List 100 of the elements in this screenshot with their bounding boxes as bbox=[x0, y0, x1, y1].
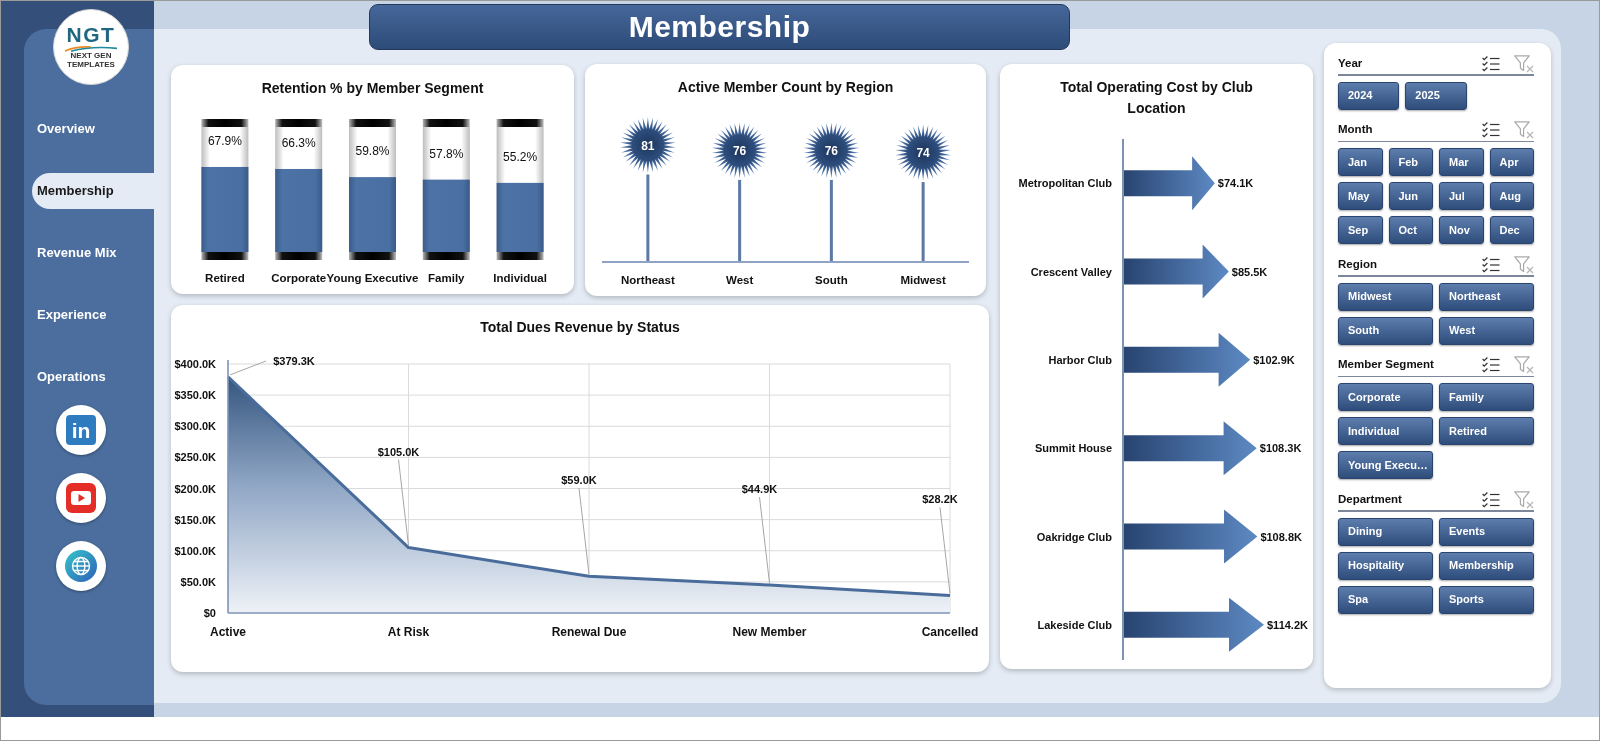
chart-title: Retention % by Member Segment bbox=[260, 79, 485, 98]
filter-button[interactable]: Feb bbox=[1388, 148, 1433, 176]
starburst-icon bbox=[620, 117, 676, 173]
filter-button[interactable]: Hospitality bbox=[1338, 551, 1433, 580]
nav-tab[interactable]: Experience bbox=[32, 297, 154, 333]
filter-title: Year bbox=[1338, 55, 1363, 71]
filter-title: Region bbox=[1338, 256, 1377, 272]
category-label: Family bbox=[428, 272, 465, 284]
category-label: Harbor Club bbox=[1048, 353, 1112, 366]
globe-icon bbox=[65, 550, 97, 582]
value-label: $105.0K bbox=[377, 445, 420, 458]
category-label: At Risk bbox=[387, 625, 430, 639]
nav-tab[interactable]: Revenue Mix bbox=[32, 235, 154, 271]
link-button[interactable] bbox=[56, 541, 106, 591]
multi-select-icon[interactable] bbox=[1482, 256, 1500, 273]
multi-select-icon[interactable] bbox=[1482, 122, 1500, 138]
in-logo-icon: in bbox=[66, 415, 96, 445]
nav-tab[interactable]: Membership bbox=[32, 173, 154, 209]
filter-button[interactable]: Jul bbox=[1439, 182, 1484, 210]
value-label: 81 bbox=[641, 138, 655, 153]
filter-button[interactable]: Aug bbox=[1489, 182, 1534, 210]
filter-button[interactable]: May bbox=[1338, 182, 1383, 210]
value-label: $108.8K bbox=[1260, 530, 1302, 543]
category-label: Young Executive bbox=[326, 272, 419, 284]
category-label: Retired bbox=[205, 272, 245, 284]
swoosh-icon bbox=[64, 45, 118, 52]
link-button[interactable] bbox=[56, 473, 106, 523]
filter-button[interactable]: South bbox=[1338, 316, 1433, 345]
category-label: Lakeside Club bbox=[1037, 618, 1112, 631]
filter-title: Member Segment bbox=[1338, 357, 1434, 373]
filter-button[interactable]: Dec bbox=[1489, 216, 1534, 244]
multi-select-icon[interactable] bbox=[1482, 491, 1500, 508]
value-label: $85.5K bbox=[1231, 265, 1268, 278]
category-label: Active bbox=[210, 625, 246, 639]
filter-button[interactable]: 2024 bbox=[1338, 81, 1400, 110]
value-label: $114.2K bbox=[1267, 618, 1308, 631]
axis-tick-label: $400.0K bbox=[174, 358, 216, 370]
nav-tab[interactable]: Operations bbox=[32, 359, 154, 395]
page-title: Membership bbox=[369, 4, 1070, 50]
category-label: New Member bbox=[732, 625, 807, 639]
filter-button[interactable]: Oct bbox=[1388, 216, 1433, 244]
filter-button[interactable]: Midwest bbox=[1338, 282, 1433, 311]
value-label: 59.8% bbox=[355, 144, 390, 159]
filter-button[interactable]: Corporate bbox=[1338, 383, 1433, 411]
filter-button[interactable]: Northeast bbox=[1439, 282, 1534, 311]
value-label: $108.3K bbox=[1259, 442, 1302, 455]
filter-button[interactable]: Dining bbox=[1338, 517, 1433, 546]
nav-tab[interactable]: Overview bbox=[32, 111, 154, 147]
filter-button[interactable]: Jan bbox=[1338, 148, 1383, 176]
category-label: Cancelled bbox=[921, 625, 979, 639]
category-label: Individual bbox=[493, 272, 547, 284]
starburst-icon bbox=[895, 124, 951, 181]
axis-tick-label: $250.0K bbox=[174, 451, 216, 464]
chart-title: Active Member Count by Region bbox=[676, 78, 895, 97]
chart-title: Total Dues Revenue by Status bbox=[479, 318, 681, 337]
filter-button[interactable]: Sports bbox=[1439, 585, 1534, 614]
filter-button[interactable]: Sep bbox=[1338, 216, 1383, 244]
category-label: Renewal Due bbox=[551, 625, 627, 639]
filter-title: Department bbox=[1338, 491, 1402, 507]
category-label: Summit House bbox=[1035, 442, 1112, 455]
value-label: $28.2K bbox=[922, 493, 958, 506]
axis-tick-label: $150.0K bbox=[174, 513, 216, 526]
category-label: Oakridge Club bbox=[1036, 530, 1112, 543]
category-label: Crescent Valley bbox=[1030, 265, 1112, 278]
category-label: Midwest bbox=[900, 274, 946, 286]
multi-select-icon[interactable] bbox=[1482, 357, 1500, 373]
value-label: 74 bbox=[916, 146, 930, 161]
axis-tick-label: $200.0K bbox=[174, 482, 216, 495]
category-label: West bbox=[726, 274, 754, 286]
filter-button[interactable]: Nov bbox=[1439, 216, 1484, 244]
filter-button[interactable]: Mar bbox=[1439, 148, 1484, 176]
value-label: 76 bbox=[824, 143, 839, 158]
value-label: 67.9% bbox=[207, 133, 242, 148]
category-label: South bbox=[815, 274, 848, 286]
category-label: Metropolitan Club bbox=[1018, 177, 1112, 190]
filter-button[interactable]: Retired bbox=[1439, 417, 1534, 445]
filter-button[interactable]: Membership bbox=[1439, 551, 1534, 580]
value-label: 76 bbox=[732, 143, 747, 158]
link-button[interactable]: in bbox=[56, 405, 106, 455]
filter-button[interactable]: Family bbox=[1439, 383, 1534, 411]
value-label: $59.0K bbox=[561, 474, 597, 487]
filter-button[interactable]: Jun bbox=[1388, 182, 1433, 210]
starburst-icon bbox=[803, 122, 860, 179]
value-label: $74.1K bbox=[1217, 177, 1254, 190]
cylinder-fill bbox=[496, 182, 544, 252]
category-label: Northeast bbox=[621, 274, 675, 286]
filter-button[interactable]: Apr bbox=[1489, 148, 1534, 176]
logo-initials: NGT bbox=[66, 25, 116, 45]
axis-tick-label: $300.0K bbox=[174, 420, 216, 433]
multi-select-icon[interactable] bbox=[1482, 55, 1500, 72]
value-label: 55.2% bbox=[503, 149, 538, 164]
filter-button[interactable]: Events bbox=[1439, 517, 1534, 546]
axis-tick-label: $350.0K bbox=[174, 389, 216, 402]
value-label: $44.9K bbox=[741, 483, 778, 496]
category-label: Corporate bbox=[271, 272, 327, 284]
filter-button[interactable]: Individual bbox=[1338, 417, 1433, 445]
filter-button[interactable]: Young Execu… bbox=[1338, 451, 1433, 479]
filter-button[interactable]: Spa bbox=[1338, 585, 1433, 614]
filter-button[interactable]: 2025 bbox=[1405, 81, 1467, 110]
filter-button[interactable]: West bbox=[1439, 316, 1534, 345]
